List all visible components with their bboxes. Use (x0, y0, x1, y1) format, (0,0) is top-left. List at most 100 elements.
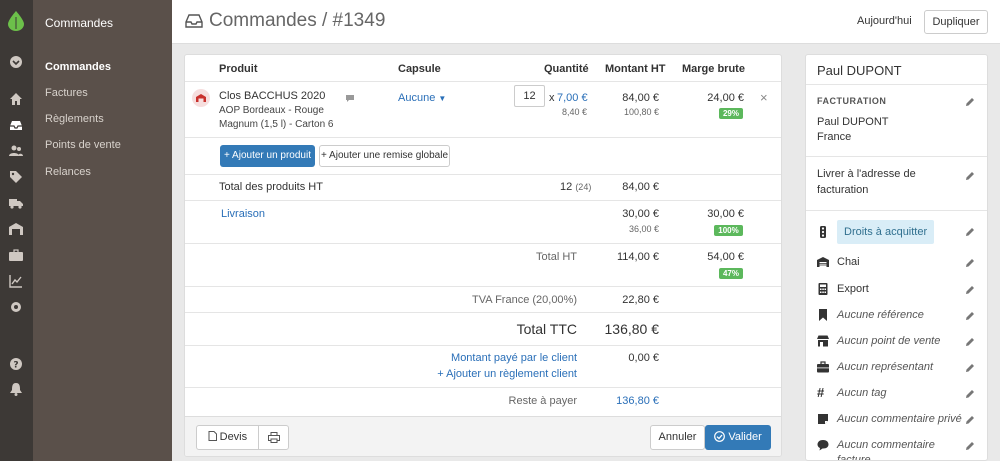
total-products-label: Total des produits HT (219, 181, 323, 193)
reference-label: Aucune référence (837, 309, 924, 321)
line-margin-badge: 29% (719, 108, 743, 119)
icon-rail: ? (0, 0, 33, 461)
edit-cellar-pencil-icon[interactable] (965, 258, 975, 268)
duplicate-button[interactable]: Dupliquer (924, 10, 988, 34)
validate-button[interactable]: Valider (705, 425, 771, 450)
briefcase-icon (817, 361, 829, 373)
total-margin: 54,00 € (707, 251, 744, 263)
private-comment-label: Aucun commentaire privé (837, 413, 962, 425)
warehouse-icon (817, 256, 829, 268)
edit-tag-pencil-icon[interactable] (965, 389, 975, 399)
total-ttc-label: Total TTC (516, 321, 577, 337)
home-icon[interactable] (9, 92, 23, 106)
menu-item-reglements[interactable]: Règlements (45, 113, 104, 125)
date-label[interactable]: Aujourd'hui (857, 15, 912, 27)
comment-icon[interactable] (345, 92, 355, 102)
divider (185, 137, 781, 138)
card-footer: Devis Annuler Valider (185, 416, 781, 456)
amount-paid-value: 0,00 € (628, 352, 659, 364)
print-icon (267, 432, 280, 443)
edit-private-comment-pencil-icon[interactable] (965, 415, 975, 425)
client-name[interactable]: Paul DUPONT (817, 63, 902, 78)
edit-point-of-sale-pencil-icon[interactable] (965, 337, 975, 347)
sales-rep-label: Aucun représentant (837, 361, 934, 373)
col-header-capsule: Capsule (398, 63, 441, 75)
page-title: Commandes / #1349 (209, 10, 386, 31)
bell-icon[interactable] (9, 382, 23, 396)
times-sign: x (549, 92, 555, 104)
billing-heading: FACTURATION (817, 96, 887, 106)
edit-invoice-comment-pencil-icon[interactable] (965, 441, 975, 451)
capsule-dropdown[interactable]: Aucune ▼ (398, 92, 446, 104)
duties-tag[interactable]: Droits à acquitter (837, 220, 935, 244)
check-circle-icon (714, 427, 726, 442)
comment-icon (817, 439, 829, 451)
divider (185, 174, 781, 175)
app-logo-icon[interactable] (8, 11, 24, 31)
total-products-qty: 12 (24) (560, 181, 591, 193)
quantity-input[interactable]: 12 (514, 85, 545, 107)
remove-line-icon[interactable]: × (760, 90, 768, 105)
traffic-light-icon (817, 226, 829, 238)
tva-label: TVA France (20,00%) (472, 294, 577, 306)
briefcase-icon[interactable] (9, 248, 23, 262)
orders-tray-icon[interactable] (9, 118, 23, 132)
print-button[interactable] (258, 425, 289, 450)
settings-gear-icon[interactable] (9, 300, 23, 314)
total-ttc-amount: 136,80 € (604, 321, 660, 337)
divider (185, 81, 781, 82)
col-header-quantity: Quantité (544, 63, 589, 75)
line-amount: 84,00 € (622, 92, 659, 104)
delivery-link[interactable]: Livraison (221, 208, 265, 220)
add-payment-link[interactable]: + Ajouter un règlement client (405, 368, 577, 380)
menu-item-commandes[interactable]: Commandes (45, 61, 111, 73)
edit-duties-pencil-icon[interactable] (965, 227, 975, 237)
product-appellation: AOP Bordeaux - Rouge (219, 105, 324, 116)
quote-button[interactable]: Devis (196, 425, 259, 450)
menu-item-points-de-vente[interactable]: Points de vente (45, 139, 121, 151)
export-label: Export (837, 283, 869, 295)
validate-label: Valider (728, 431, 762, 443)
line-margin: 24,00 € (707, 92, 744, 104)
stats-icon[interactable] (9, 274, 23, 288)
dashboard-icon[interactable] (9, 55, 23, 69)
truck-icon[interactable] (9, 196, 23, 210)
tva-amount: 22,80 € (622, 294, 659, 306)
edit-billing-pencil-icon[interactable] (965, 97, 975, 107)
edit-sales-rep-pencil-icon[interactable] (965, 363, 975, 373)
edit-export-pencil-icon[interactable] (965, 285, 975, 295)
section-menu: Commandes Commandes Factures Règlements … (33, 0, 172, 461)
delivery-margin: 30,00 € (707, 208, 744, 220)
note-icon (817, 413, 829, 425)
unit-price-link[interactable]: 7,00 € (557, 92, 588, 104)
amount-paid-link[interactable]: Montant payé par le client (405, 352, 577, 364)
hashtag-icon: # (817, 385, 825, 400)
point-of-sale-label: Aucun point de vente (837, 335, 941, 347)
product-name[interactable]: Clos BACCHUS 2020 (219, 90, 325, 102)
add-product-button[interactable]: + Ajouter un produit (220, 145, 315, 167)
warehouse-icon[interactable] (9, 222, 23, 236)
divider (185, 345, 781, 346)
divider (185, 243, 781, 244)
caret-down-icon: ▼ (438, 94, 447, 103)
users-icon[interactable] (9, 144, 23, 158)
total-ht-label: Total HT (536, 251, 577, 263)
menu-item-factures[interactable]: Factures (45, 87, 88, 99)
file-icon (208, 427, 217, 441)
invoice-comment-label: Aucun commentaire (837, 439, 935, 451)
divider (806, 84, 987, 85)
add-global-discount-button[interactable]: + Ajouter une remise globale (319, 145, 450, 167)
edit-reference-pencil-icon[interactable] (965, 311, 975, 321)
cancel-button[interactable]: Annuler (650, 425, 705, 450)
edit-delivery-pencil-icon[interactable] (965, 171, 975, 181)
store-icon (817, 335, 829, 347)
remaining-amount: 136,80 € (616, 395, 659, 407)
total-products-qty-value: 12 (560, 181, 573, 193)
tags-icon[interactable] (9, 170, 23, 184)
svg-text:?: ? (13, 361, 18, 371)
page-header: Commandes / #1349 Aujourd'hui Dupliquer (172, 0, 1000, 44)
total-ht-amount: 114,00 € (616, 251, 659, 263)
menu-item-relances[interactable]: Relances (45, 166, 91, 178)
product-warehouse-icon (192, 89, 210, 107)
help-icon[interactable]: ? (9, 357, 23, 371)
